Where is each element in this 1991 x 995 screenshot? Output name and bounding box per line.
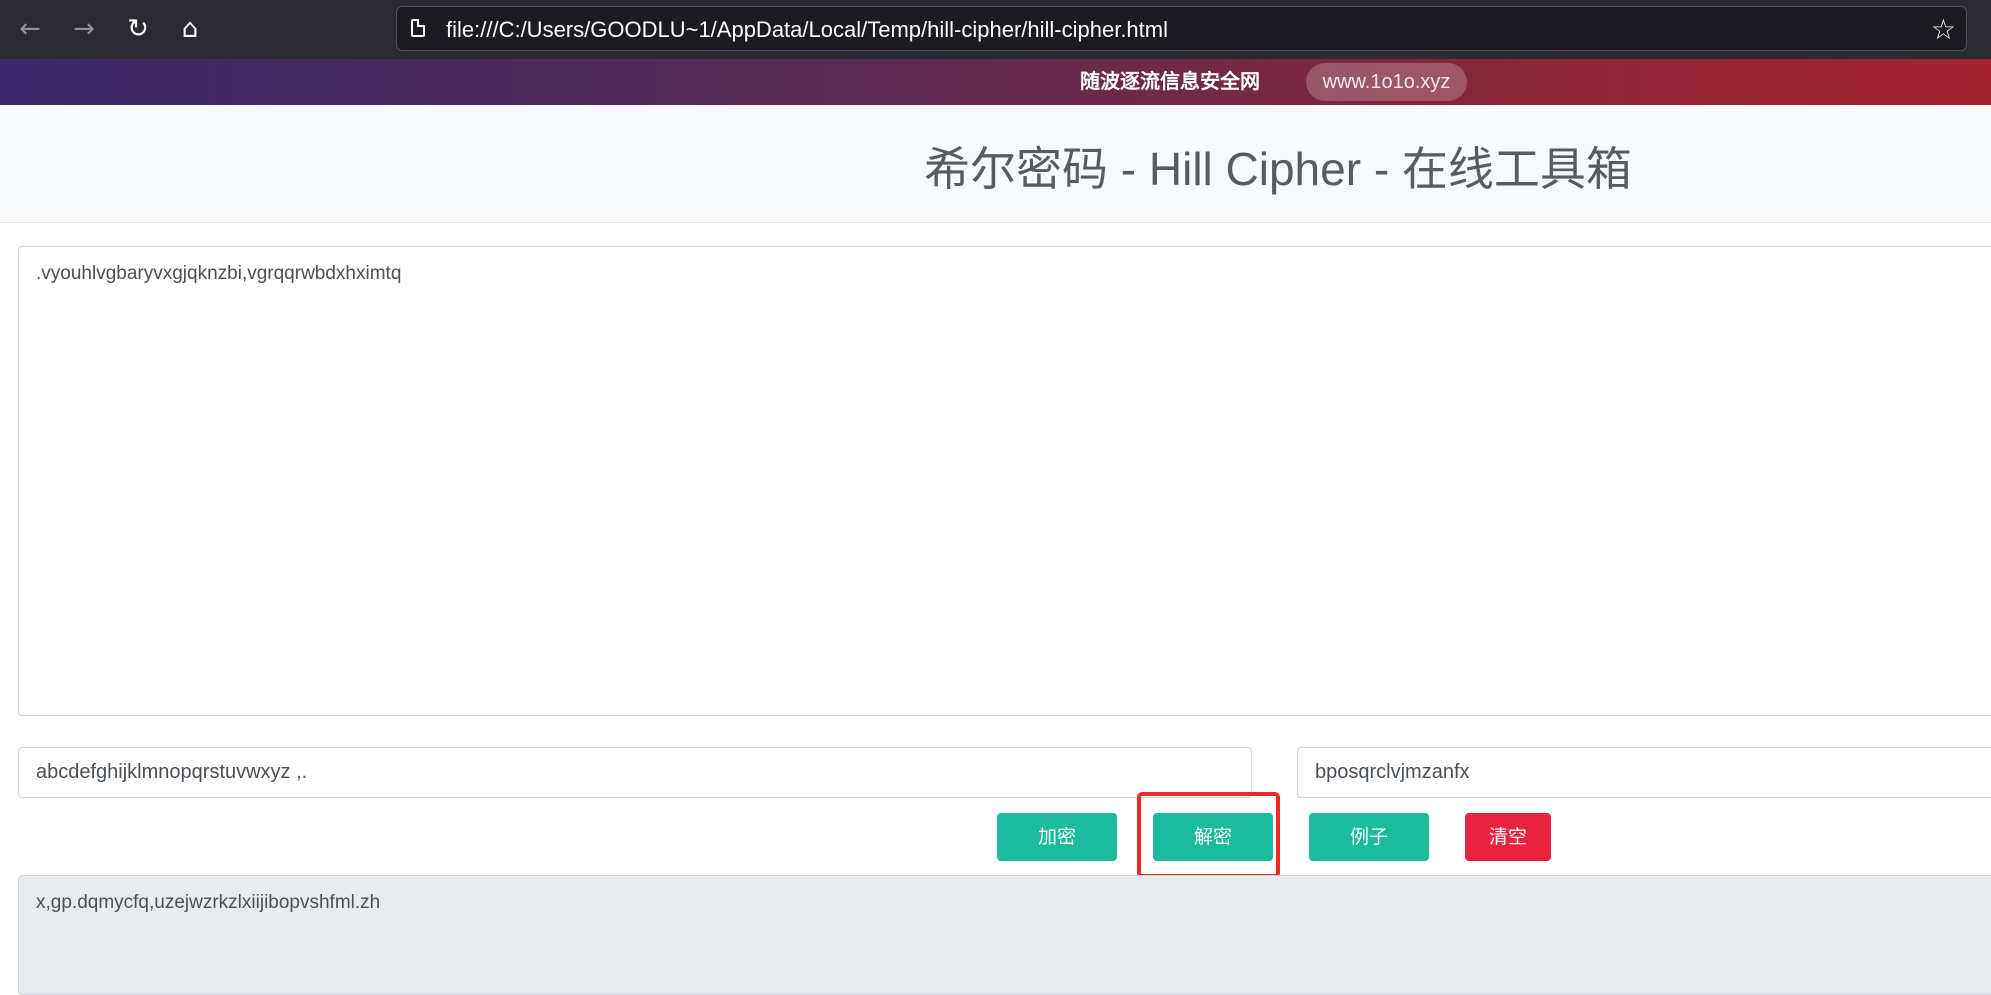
site-banner: 随波逐流信息安全网 www.1o1o.xyz [0, 59, 1991, 105]
back-icon[interactable]: ← [14, 13, 46, 45]
page-title: 希尔密码 - Hill Cipher - 在线工具箱 [924, 143, 1632, 195]
forward-icon[interactable]: → [68, 13, 100, 45]
site-name-link[interactable]: 随波逐流信息安全网 [1080, 59, 1260, 105]
url-text[interactable]: file:///C:/Users/GOODLU~1/AppData/Local/… [446, 7, 1168, 52]
page-icon [411, 19, 425, 37]
decrypt-highlight-box [1137, 792, 1280, 878]
encrypt-button[interactable]: 加密 [997, 813, 1117, 861]
home-icon[interactable]: ⌂ [174, 13, 206, 45]
input-textarea[interactable]: .vyouhlvgbaryvxgjqknzbi,vgrqqrwbdxhximtq [18, 246, 1991, 716]
site-url-link[interactable]: www.1o1o.xyz [1306, 63, 1467, 101]
output-textarea[interactable]: x,gp.dqmycfq,uzejwzrkzlxiijibopvshfml.zh [18, 875, 1991, 995]
key-input[interactable]: bposqrclvjmzanfx [1297, 747, 1991, 798]
clear-button[interactable]: 清空 [1465, 813, 1551, 861]
bookmark-star-icon[interactable]: ☆ [1931, 7, 1956, 52]
browser-toolbar: ← → ↻ ⌂ file:///C:/Users/GOODLU~1/AppDat… [0, 0, 1991, 59]
example-button[interactable]: 例子 [1309, 813, 1429, 861]
page-header: 希尔密码 - Hill Cipher - 在线工具箱 [0, 105, 1991, 223]
alphabet-input[interactable]: abcdefghijklmnopqrstuvwxyz ,. [18, 747, 1252, 798]
reload-icon[interactable]: ↻ [122, 13, 154, 45]
address-bar[interactable]: file:///C:/Users/GOODLU~1/AppData/Local/… [396, 6, 1967, 51]
